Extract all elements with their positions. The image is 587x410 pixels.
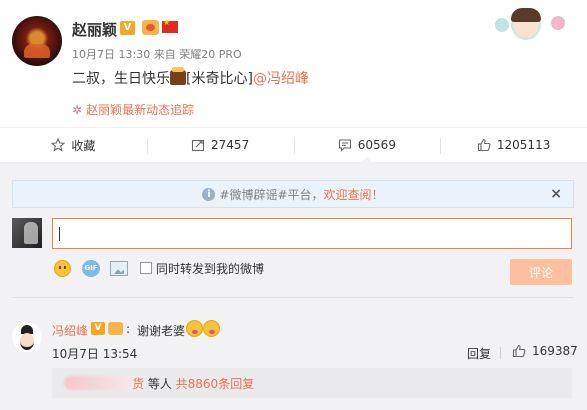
- comment-separator: :: [126, 322, 131, 336]
- reply-button[interactable]: 回复: [467, 345, 491, 362]
- close-icon[interactable]: ×: [550, 186, 562, 202]
- author-avatar[interactable]: [12, 16, 62, 66]
- author-name[interactable]: 赵丽颖: [72, 19, 117, 40]
- comment-time: 10月7日 13:54: [52, 347, 138, 361]
- gif-icon[interactable]: GIF: [82, 260, 100, 277]
- verified-badge-icon[interactable]: V: [91, 322, 105, 335]
- sub-replies-summary[interactable]: 货 等人 共8860条回复: [52, 368, 572, 398]
- comment-section: i #微博辟谣#平台， 欢迎查阅！ × GIF 同时转发到我的微博 评论 冯绍峰 …: [0, 163, 587, 410]
- comment-like-button[interactable]: 169387: [512, 344, 578, 358]
- weibo-post: 赵丽颖 V 10月7日 13:30 来自 荣耀20 PRO 二叔，生日快乐 [米奇…: [0, 0, 587, 127]
- china-flag-icon: [162, 18, 178, 33]
- flower-icon: ✲: [72, 103, 83, 117]
- divider: [12, 297, 574, 298]
- repost-checkbox[interactable]: [140, 262, 152, 274]
- sub-replies-link[interactable]: 共8860条回复: [176, 375, 255, 392]
- comment-count: 60569: [357, 138, 396, 152]
- current-user-avatar[interactable]: [12, 218, 42, 248]
- comment-like-count: 169387: [532, 344, 578, 358]
- decorative-sticker-icon: [495, 8, 571, 42]
- commenter-avatar[interactable]: [12, 322, 42, 352]
- commenter-name[interactable]: 冯绍峰: [52, 322, 88, 339]
- divider: [500, 347, 501, 359]
- post-source[interactable]: 荣耀20 PRO: [179, 48, 241, 61]
- thumbs-up-icon: [512, 344, 526, 358]
- post-meta: 10月7日 13:30 来自 荣耀20 PRO: [72, 46, 242, 62]
- vip-crown-icon[interactable]: [142, 20, 159, 35]
- mention-link[interactable]: @冯绍峰: [253, 71, 309, 87]
- verified-badge-icon[interactable]: V: [120, 21, 135, 35]
- rumor-notice-banner: i #微博辟谣#平台， 欢迎查阅！ ×: [12, 180, 574, 208]
- emoji-tag: [米奇比心]: [186, 71, 253, 87]
- thumbs-up-icon: [477, 138, 491, 152]
- favorite-label: 收藏: [71, 138, 96, 153]
- star-icon: [51, 138, 66, 152]
- repost-button[interactable]: 27457: [146, 128, 294, 162]
- post-content: 二叔，生日快乐 [米奇比心]@冯绍峰: [72, 67, 309, 88]
- like-button[interactable]: 1205113: [440, 128, 587, 162]
- tracking-link-label: 赵丽颖最新动态追踪: [86, 103, 195, 117]
- source-prefix: 来自: [153, 48, 176, 61]
- vip-crown-icon[interactable]: [108, 322, 123, 335]
- post-date[interactable]: 10月7日 13:30: [72, 48, 150, 61]
- info-icon: i: [202, 187, 216, 201]
- kiss-emoji-icon: [186, 320, 203, 337]
- submit-comment-button[interactable]: 评论: [510, 259, 572, 285]
- repost-checkbox-label[interactable]: 同时转发到我的微博: [156, 260, 264, 277]
- repost-count: 27457: [211, 138, 250, 152]
- emoji-icon[interactable]: [54, 260, 71, 277]
- like-count: 1205113: [496, 138, 551, 152]
- comment-icon: [338, 139, 351, 152]
- tracking-link[interactable]: ✲ 赵丽颖最新动态追踪: [72, 101, 194, 118]
- kiss-emoji-icon: [203, 320, 220, 337]
- sub-reply-middle: 等人: [144, 376, 176, 391]
- birthday-cake-icon: [170, 67, 186, 85]
- repost-icon: [191, 139, 205, 152]
- post-text: 二叔，生日快乐: [72, 71, 170, 87]
- favorite-button[interactable]: 收藏: [0, 128, 147, 162]
- text-caret: [59, 227, 60, 241]
- comment-input[interactable]: [52, 218, 572, 249]
- image-icon[interactable]: [110, 261, 128, 276]
- post-actions-bar: 收藏 27457 60569 1205113: [0, 127, 587, 163]
- comment-text: 谢谢老婆: [137, 324, 186, 338]
- blurred-names: [64, 376, 134, 390]
- notice-text[interactable]: #微博辟谣#平台，: [219, 186, 323, 203]
- notice-welcome-link[interactable]: 欢迎查阅！: [324, 186, 384, 203]
- comment-button[interactable]: 60569: [293, 128, 441, 163]
